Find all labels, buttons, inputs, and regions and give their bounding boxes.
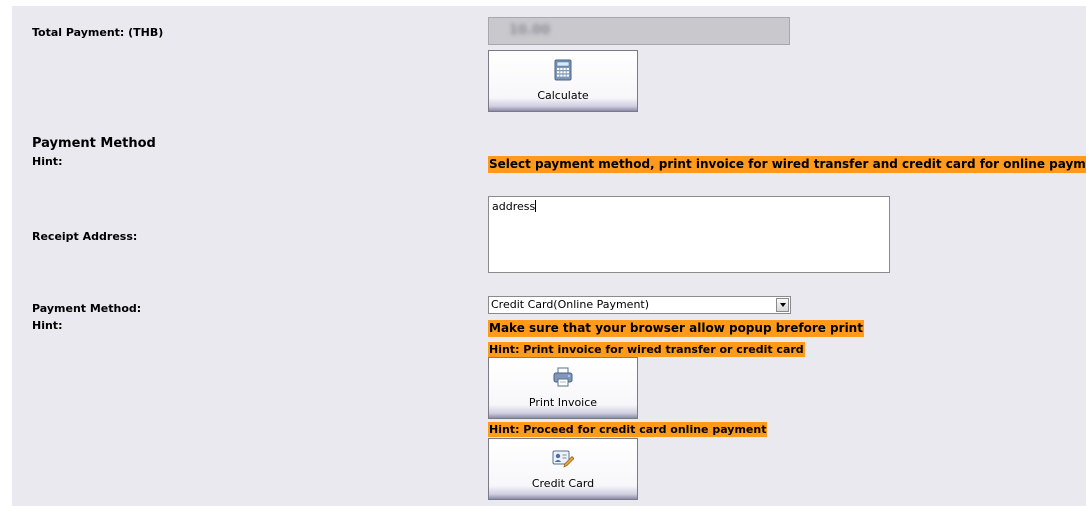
payment-hint-label: Hint: bbox=[32, 155, 63, 168]
total-payment-value: 10.00 bbox=[509, 23, 551, 38]
total-payment-field: 10.00 bbox=[488, 17, 790, 45]
payment-method-label: Payment Method: bbox=[32, 302, 142, 315]
payment-hint-text: Select payment method, print invoice for… bbox=[488, 156, 1086, 173]
chevron-down-icon[interactable] bbox=[776, 298, 789, 312]
receipt-address-value: address bbox=[492, 200, 536, 213]
payment-form: Total Payment: (THB) 10.00 Calculate Pay… bbox=[12, 6, 1086, 506]
payment-method-selected: Credit Card(Online Payment) bbox=[491, 298, 650, 311]
id-card-pen-icon bbox=[552, 450, 574, 468]
popup-hint: Make sure that your browser allow popup … bbox=[488, 320, 864, 337]
print-invoice-button[interactable]: Print Invoice bbox=[488, 357, 638, 419]
credit-card-button[interactable]: Credit Card bbox=[488, 438, 638, 500]
method-hint-label: Hint: bbox=[32, 319, 63, 332]
payment-method-heading: Payment Method bbox=[32, 136, 156, 151]
receipt-address-input[interactable]: address bbox=[488, 196, 890, 273]
print-invoice-button-label: Print Invoice bbox=[528, 396, 598, 409]
calculate-button[interactable]: Calculate bbox=[488, 50, 638, 112]
text-caret bbox=[535, 200, 537, 212]
receipt-address-label: Receipt Address: bbox=[32, 230, 138, 243]
print-invoice-hint: Hint: Print invoice for wired transfer o… bbox=[488, 342, 805, 357]
credit-card-hint: Hint: Proceed for credit card online pay… bbox=[488, 422, 768, 437]
payment-method-select[interactable]: Credit Card(Online Payment) bbox=[488, 296, 791, 314]
printer-icon bbox=[553, 367, 573, 387]
calculate-button-label: Calculate bbox=[537, 89, 589, 102]
credit-card-button-label: Credit Card bbox=[531, 477, 595, 490]
total-payment-label: Total Payment: (THB) bbox=[32, 26, 164, 39]
calculator-icon bbox=[554, 59, 572, 81]
